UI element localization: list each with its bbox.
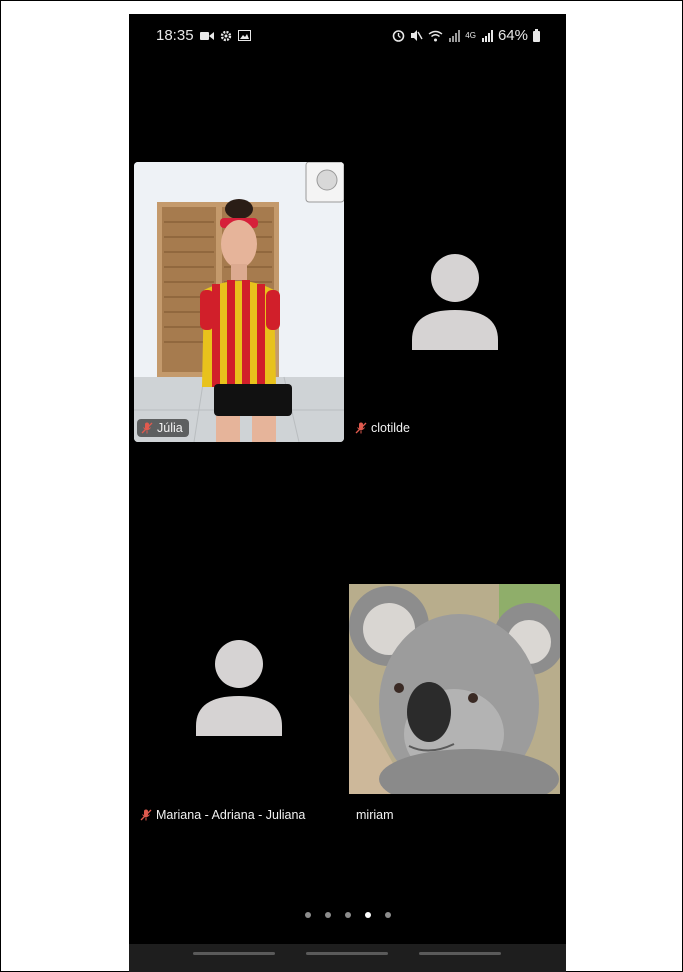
page-dot-5[interactable]	[384, 912, 391, 918]
wifi-icon	[428, 30, 443, 41]
video-icon	[199, 31, 214, 40]
participant-name-julia: Júlia	[137, 419, 189, 437]
participant-name-miriam: miriam	[356, 808, 394, 822]
page-dot-4-active[interactable]	[364, 912, 371, 918]
phone-screen: 18:35 4G 64% Júlia clotilde Mariana - Ad…	[129, 14, 566, 972]
participant-tile-miriam[interactable]	[349, 584, 560, 794]
page-dot-3[interactable]	[344, 912, 351, 918]
status-left: 18:35	[156, 27, 251, 44]
signal-4g-icon	[481, 29, 493, 42]
participant-video-julia	[134, 162, 344, 442]
page-dot-1[interactable]	[304, 912, 311, 918]
image-icon	[237, 30, 251, 41]
system-nav-bar	[129, 944, 566, 972]
nav-back-button[interactable]	[419, 952, 501, 955]
battery-percent: 64%	[497, 27, 528, 44]
gear-icon	[220, 30, 231, 41]
status-right: 4G 64%	[392, 27, 540, 44]
alarm-icon	[392, 30, 405, 42]
participant-video-miriam	[349, 584, 560, 794]
status-time: 18:35	[156, 27, 194, 44]
nav-home-button[interactable]	[306, 952, 388, 955]
participant-tile-julia[interactable]: Júlia	[134, 162, 344, 442]
participant-name-clotilde: clotilde	[355, 421, 410, 435]
mic-muted-icon	[140, 809, 152, 821]
page-indicator	[129, 912, 566, 918]
participant-name-mariana-adriana-juliana: Mariana - Adriana - Juliana	[140, 808, 305, 822]
participant-tile-clotilde[interactable]: clotilde	[351, 162, 561, 442]
avatar-placeholder-icon	[196, 640, 282, 736]
avatar-placeholder-icon	[412, 254, 498, 350]
battery-icon	[533, 29, 540, 42]
page-dot-2[interactable]	[324, 912, 331, 918]
signal-icon	[449, 29, 461, 42]
mute-icon	[411, 30, 423, 41]
network-type: 4G	[465, 30, 476, 40]
status-bar: 18:35 4G 64%	[129, 14, 566, 58]
mic-muted-icon	[355, 422, 367, 434]
participant-tile-mariana-adriana-juliana[interactable]: Mariana - Adriana - Juliana	[134, 584, 346, 829]
mic-muted-icon	[141, 422, 153, 434]
nav-recent-button[interactable]	[193, 952, 275, 955]
